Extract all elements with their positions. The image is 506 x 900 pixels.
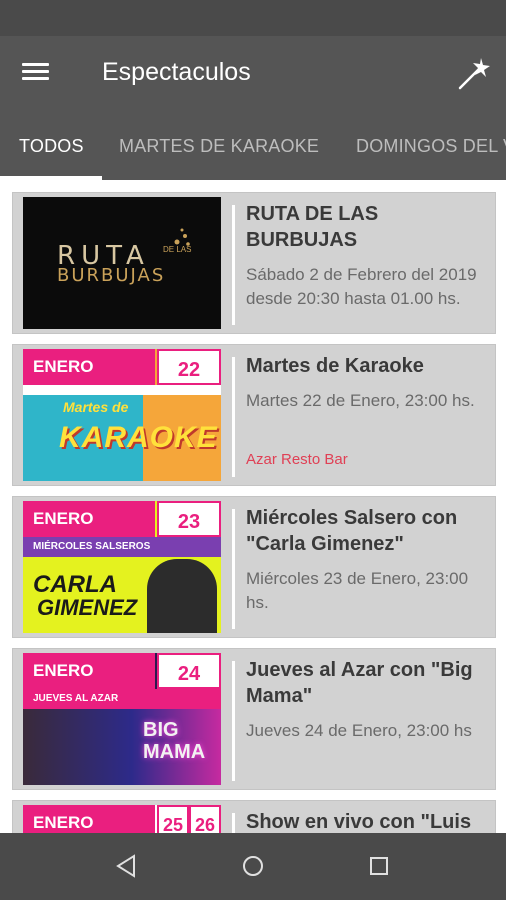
poster-day-box: 24 (157, 653, 221, 689)
event-poster: ENERO 24 JUEVES AL AZAR BIG MAMA (23, 653, 221, 785)
poster-day-box: 23 (157, 501, 221, 537)
tab-todos[interactable]: TODOS (19, 136, 84, 157)
event-title: Martes de Karaoke (246, 355, 424, 377)
event-poster: ENERO 23 MIÉRCOLES SALSEROS CARLA GIMENE… (23, 501, 221, 633)
poster-text: GIMENEZ (37, 595, 138, 620)
status-bar (0, 0, 506, 36)
poster-text: MIÉRCOLES SALSEROS (33, 541, 151, 552)
event-title: Show en vivo con "Luis (246, 811, 472, 833)
poster-band: ENERO (23, 501, 155, 537)
card-divider (232, 357, 235, 477)
poster-band: ENERO (23, 653, 155, 689)
poster-month: ENERO (33, 813, 94, 832)
poster-month: ENERO (33, 357, 94, 376)
app-bar: Espectaculos (0, 36, 506, 112)
poster-text: KARAOKE (59, 421, 218, 454)
poster-text: Martes de (63, 399, 129, 415)
event-card[interactable]: ENERO 24 JUEVES AL AZAR BIG MAMA Jueves … (12, 648, 496, 790)
poster-month: ENERO (33, 661, 94, 680)
system-nav-bar (0, 833, 506, 900)
poster-band: MIÉRCOLES SALSEROS (23, 537, 221, 557)
event-card[interactable]: ENERO 22 Martes de KARAOKE Martes de Kar… (12, 344, 496, 486)
event-date: Miércoles 23 de Enero, 23:00 hs. (246, 569, 469, 612)
page-title: Espectaculos (102, 58, 251, 86)
event-title: Miércoles Salsero con "Carla Gimenez" (246, 507, 458, 555)
menu-icon[interactable] (22, 60, 58, 88)
poster-day: 26 (194, 815, 216, 833)
event-card[interactable]: ENERO 25 26 Show en vivo con "Luis (12, 800, 496, 833)
event-date: Jueves 24 de Enero, 23:00 hs (246, 721, 472, 740)
card-divider (232, 813, 235, 833)
poster-text: BURBUJAS (57, 265, 166, 286)
poster-day: 25 (162, 815, 184, 833)
event-title: Jueves al Azar con "Big Mama" (246, 659, 473, 707)
poster-day-box: 22 (157, 349, 221, 385)
poster-text: JUEVES AL AZAR (33, 693, 119, 704)
poster-day: 23 (177, 511, 201, 533)
event-poster: ENERO 22 Martes de KARAOKE (23, 349, 221, 481)
poster-text: BIG (143, 719, 179, 741)
event-card[interactable]: RUTA DE LAS BURBUJAS RUTA DE LAS BURBUJA… (12, 192, 496, 334)
poster-day: 22 (177, 359, 201, 381)
event-venue[interactable]: Azar Resto Bar (246, 451, 348, 468)
poster-text: MAMA (143, 741, 206, 763)
poster-day-box: 25 (157, 805, 189, 833)
poster-photo (147, 559, 217, 633)
event-date: Sábado 2 de Febrero del 2019 desde 20:30… (246, 265, 477, 308)
poster-month: ENERO (33, 509, 94, 528)
recents-icon[interactable] (364, 851, 394, 881)
bubbles-icon (174, 228, 190, 246)
back-icon[interactable] (112, 851, 142, 881)
poster-band: JUEVES AL AZAR (23, 689, 221, 709)
event-card[interactable]: ENERO 23 MIÉRCOLES SALSEROS CARLA GIMENE… (12, 496, 496, 638)
tab-martes-de-karaoke[interactable]: MARTES DE KARAOKE (119, 136, 319, 157)
event-date: Martes 22 de Enero, 23:00 hs. (246, 391, 475, 410)
event-poster: ENERO 25 26 (23, 805, 221, 833)
magic-wand-icon[interactable] (452, 54, 492, 94)
event-title: RUTA DE LAS BURBUJAS (246, 203, 379, 251)
poster-band: ENERO (23, 349, 155, 385)
events-list[interactable]: RUTA DE LAS BURBUJAS RUTA DE LAS BURBUJA… (0, 180, 506, 833)
card-divider (232, 509, 235, 629)
poster-day: 24 (177, 663, 201, 685)
card-divider (232, 205, 235, 325)
card-divider (232, 661, 235, 781)
tab-bar: TODOS MARTES DE KARAOKE DOMINGOS DEL V (0, 112, 506, 180)
tab-domingos[interactable]: DOMINGOS DEL V (356, 136, 506, 157)
poster-subline (23, 385, 221, 395)
home-icon[interactable] (238, 851, 268, 881)
event-poster: RUTA DE LAS BURBUJAS (23, 197, 221, 329)
poster-band: ENERO (23, 805, 155, 833)
poster-day-box: 26 (189, 805, 221, 833)
